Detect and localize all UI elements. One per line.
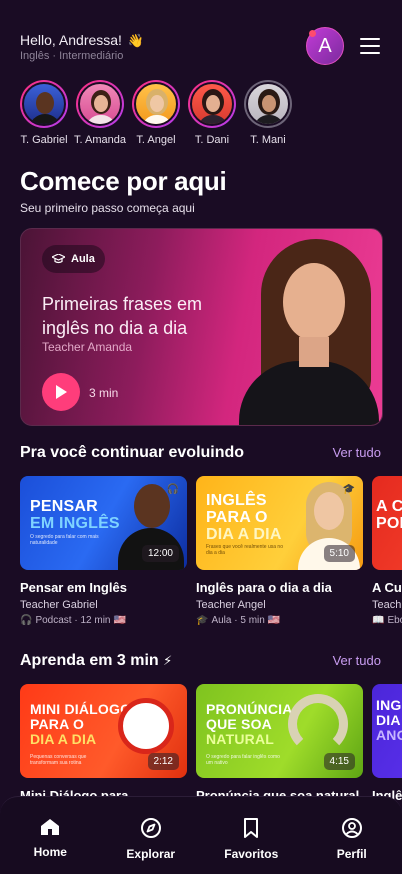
nav-home[interactable]: Home <box>10 817 90 874</box>
thumb-headline: PRONÚNCIA QUE SOA NATURAL <box>206 701 293 747</box>
us-flag-icon: 🇺🇸 <box>267 615 281 626</box>
thumb-headline: MINI DIÁLOGO PARA O DIA A DIA <box>30 701 132 747</box>
notification-dot <box>309 30 316 37</box>
thumb-caption: Frases que você realmente usa no dia a d… <box>206 544 283 556</box>
compass-icon <box>140 818 161 838</box>
nav-favorites-label: Favoritos <box>224 847 279 861</box>
card-thumbnail: PRONÚNCIA QUE SOA NATURAL O segredo para… <box>196 684 363 778</box>
content-card[interactable]: PENSAR EM INGLÊS O segredo para falar co… <box>20 476 187 626</box>
teacher-name: T. Dani <box>194 134 230 146</box>
hero-title: Primeiras frases em inglês no dia a dia <box>42 294 203 338</box>
card-meta: 🎧 Podcast · 12 min 🇺🇸 <box>20 615 126 626</box>
home-icon <box>41 819 60 835</box>
nav-explore[interactable]: Explorar <box>111 817 191 874</box>
thumb-headline: INGLÊS PARA O DIA A DIA <box>206 492 282 543</box>
us-flag-icon: 🇺🇸 <box>113 615 126 626</box>
card-thumbnail: MINI DIÁLOGO PARA O DIA A DIA Pequenas c… <box>20 684 187 778</box>
hamburger-menu-icon[interactable] <box>360 38 380 54</box>
greeting: Hello, Andressa! 👋 <box>20 32 144 49</box>
profile-avatar[interactable]: A <box>306 27 344 65</box>
card-thumbnail: PENSAR EM INGLÊS O segredo para falar co… <box>20 476 187 570</box>
content-card[interactable]: PRONÚNCIA QUE SOA NATURAL O segredo para… <box>196 684 363 803</box>
card-meta: 📖 Ebo <box>372 615 402 626</box>
podcast-icon: 🎧 <box>20 615 33 626</box>
user-icon <box>341 818 362 838</box>
card-meta: 🎓 Aula · 5 min 🇺🇸 <box>196 615 281 626</box>
graduation-cap-icon <box>52 254 65 264</box>
thumb-headline: ING DIA ANO <box>376 697 402 743</box>
card-thumbnail: ING DIA ANO <box>372 684 402 778</box>
nav-profile-label: Perfil <box>336 847 367 861</box>
hero-duration: 3 min <box>89 386 119 400</box>
teacher-item[interactable]: T. Angel <box>132 80 180 146</box>
ebook-icon: 📖 <box>372 615 385 626</box>
lightning-icon: ⚡ <box>163 653 173 668</box>
nav-favorites[interactable]: Favoritos <box>211 817 291 874</box>
start-section-title: Comece por aqui <box>20 166 227 196</box>
nav-profile[interactable]: Perfil <box>312 817 392 874</box>
continue-see-all-link[interactable]: Ver tudo <box>333 445 381 460</box>
teacher-avatar <box>246 82 290 126</box>
teacher-name: T. Gabriel <box>20 134 68 146</box>
lesson-badge: Aula <box>42 245 105 273</box>
duration-badge: 5:10 <box>323 545 355 562</box>
bottom-navigation: Home Explorar Favoritos Perfil <box>0 796 402 874</box>
card-thumbnail: A CU POP <box>372 476 402 570</box>
thumb-caption: O segredo para falar com mais naturalida… <box>30 534 99 546</box>
teacher-name: T. Mani <box>250 134 286 146</box>
greeting-text: Hello, Andressa! <box>20 32 122 48</box>
thumb-headline: A CU POP <box>376 498 402 532</box>
play-icon <box>56 385 67 399</box>
duration-badge: 4:15 <box>323 753 355 770</box>
teachers-row: T. Gabriel T. Amanda T. Angel T. Dani T.… <box>20 80 292 146</box>
graduation-cap-icon: 🎓 <box>196 615 209 626</box>
content-card[interactable]: MINI DIÁLOGO PARA O DIA A DIA Pequenas c… <box>20 684 187 803</box>
teacher-item[interactable]: T. Mani <box>244 80 292 146</box>
card-title: Pensar em Inglês <box>20 580 127 595</box>
duration-badge: 12:00 <box>141 545 179 562</box>
avatar-letter: A <box>318 34 332 57</box>
thumb-caption: O segredo para falar inglês como um nati… <box>206 754 280 766</box>
card-teacher: Teacher Angel <box>196 599 266 611</box>
teacher-item[interactable]: T. Dani <box>188 80 236 146</box>
teacher-avatar <box>22 82 66 126</box>
nav-explore-label: Explorar <box>126 847 176 861</box>
nav-home-label: Home <box>33 845 67 859</box>
hero-teacher-image <box>221 229 382 425</box>
card-thumbnail: INGLÊS PARA O DIA A DIA Frases que você … <box>196 476 363 570</box>
teacher-item[interactable]: T. Gabriel <box>20 80 68 146</box>
content-card[interactable]: ING DIA ANO Inglê <box>372 684 402 803</box>
header: Hello, Andressa! 👋 Inglês · Intermediári… <box>20 27 382 70</box>
card-title: Inglês para o dia a dia <box>196 580 332 595</box>
headphones-image <box>288 694 348 754</box>
play-button[interactable] <box>42 373 80 411</box>
headphones-icon: 🎧 <box>166 484 179 495</box>
card-title: A Cul <box>372 580 402 595</box>
quick-see-all-link[interactable]: Ver tudo <box>333 653 381 668</box>
wave-emoji-icon: 👋 <box>127 33 145 48</box>
teacher-avatar <box>190 82 234 126</box>
thumb-caption: Pequenas conversas que transformam sua r… <box>30 754 87 766</box>
alarm-clock-image <box>118 698 174 754</box>
teacher-avatar <box>134 82 178 126</box>
teacher-name: T. Amanda <box>74 134 126 146</box>
card-teacher: Teach <box>372 599 402 611</box>
teacher-avatar <box>78 82 122 126</box>
hero-lesson-card[interactable]: Aula Primeiras frases em inglês no dia a… <box>20 228 383 426</box>
bookmark-icon <box>244 818 259 838</box>
hero-teacher-name: Teacher Amanda <box>42 340 133 354</box>
lesson-badge-label: Aula <box>71 253 95 265</box>
card-teacher: Teacher Gabriel <box>20 599 98 611</box>
continue-section-title: Pra você continuar evoluindo <box>20 444 245 461</box>
quick-section-title: Aprenda em 3 min ⚡ <box>20 652 173 669</box>
content-card[interactable]: A CU POP A Cul Teach 📖 Ebo <box>372 476 402 626</box>
content-card[interactable]: INGLÊS PARA O DIA A DIA Frases que você … <box>196 476 363 626</box>
level-label: Inglês · Intermediário <box>20 50 124 62</box>
teacher-name: T. Angel <box>136 134 176 146</box>
graduation-cap-icon: 🎓 <box>342 484 355 495</box>
start-section-subtitle: Seu primeiro passo começa aqui <box>20 201 195 215</box>
teacher-item[interactable]: T. Amanda <box>74 80 126 146</box>
thumb-headline: PENSAR EM INGLÊS <box>30 498 120 532</box>
duration-badge: 2:12 <box>147 753 179 770</box>
